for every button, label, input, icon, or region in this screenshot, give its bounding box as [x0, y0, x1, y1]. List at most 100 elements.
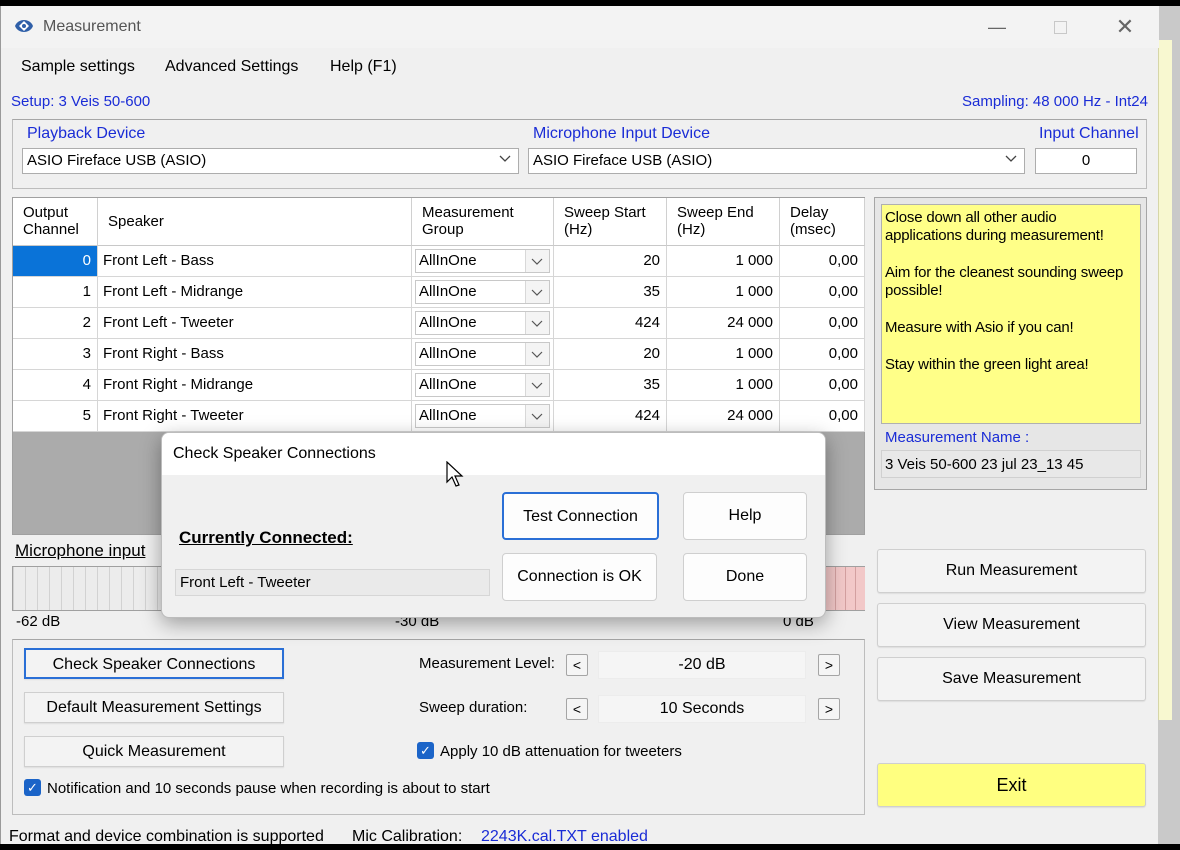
cell-group[interactable]: AllInOne	[412, 308, 554, 339]
menu-sample-settings[interactable]: Sample settings	[21, 58, 135, 76]
duration-increase-button[interactable]: >	[818, 698, 840, 720]
title-bar: Measurement — ✕	[1, 6, 1159, 48]
cell-delay[interactable]: 0,00	[780, 246, 865, 277]
input-channel-field[interactable]: 0	[1035, 148, 1137, 174]
col-header-delay[interactable]: Delay (msec)	[780, 198, 865, 246]
table-row[interactable]: 4 Front Right - Midrange AllInOne 35 1 000 0,…	[13, 370, 865, 401]
cell-sweep-start[interactable]: 20	[554, 339, 667, 370]
dialog-title: Check Speaker Connections	[173, 445, 376, 462]
cell-delay[interactable]: 0,00	[780, 277, 865, 308]
default-settings-button[interactable]: Default Measurement Settings	[24, 692, 284, 723]
group-value: AllInOne	[419, 252, 477, 269]
cell-sweep-start[interactable]: 35	[554, 370, 667, 401]
cell-group[interactable]: AllInOne	[412, 339, 554, 370]
maximize-icon[interactable]	[1038, 12, 1082, 42]
cell-speaker[interactable]: Front Left - Bass	[98, 246, 412, 277]
chevron-down-icon[interactable]	[525, 405, 549, 427]
col-header-sweep-start[interactable]: Sweep Start (Hz)	[554, 198, 667, 246]
cell-channel[interactable]: 4	[13, 370, 98, 401]
playback-device-select[interactable]: ASIO Fireface USB (ASIO)	[22, 148, 519, 174]
chevron-down-icon[interactable]	[525, 374, 549, 396]
cell-sweep-end[interactable]: 24 000	[667, 401, 780, 432]
group-combo[interactable]: AllInOne	[415, 373, 550, 397]
group-combo[interactable]: AllInOne	[415, 311, 550, 335]
cell-speaker[interactable]: Front Right - Bass	[98, 339, 412, 370]
group-combo[interactable]: AllInOne	[415, 249, 550, 273]
cell-speaker[interactable]: Front Right - Midrange	[98, 370, 412, 401]
cell-sweep-end[interactable]: 24 000	[667, 308, 780, 339]
notification-checkbox[interactable]: ✓	[24, 779, 41, 796]
table-row[interactable]: 1 Front Left - Midrange AllInOne 35 1 000 0,0…	[13, 277, 865, 308]
group-combo[interactable]: AllInOne	[415, 404, 550, 428]
cell-sweep-end[interactable]: 1 000	[667, 277, 780, 308]
measurement-name-value: 3 Veis 50-600 23 jul 23_13 45	[885, 456, 1084, 473]
tip-text: Measure with Asio if you can!	[885, 319, 1074, 336]
cell-channel[interactable]: 5	[13, 401, 98, 432]
currently-connected-value: Front Left - Tweeter	[180, 574, 311, 591]
save-measurement-button[interactable]: Save Measurement	[877, 657, 1146, 701]
table-row[interactable]: 3 Front Right - Bass AllInOne 20 1 000 0,00	[13, 339, 865, 370]
cell-group[interactable]: AllInOne	[412, 246, 554, 277]
cell-speaker[interactable]: Front Left - Midrange	[98, 277, 412, 308]
check-speaker-connections-button[interactable]: Check Speaker Connections	[24, 648, 284, 679]
cell-group[interactable]: AllInOne	[412, 401, 554, 432]
cell-sweep-start[interactable]: 424	[554, 401, 667, 432]
tip-text: Close down all other audio applications …	[885, 209, 1104, 244]
cell-channel[interactable]: 3	[13, 339, 98, 370]
cell-group[interactable]: AllInOne	[412, 370, 554, 401]
exit-button[interactable]: Exit	[877, 763, 1146, 807]
menu-help[interactable]: Help (F1)	[330, 58, 397, 76]
measurement-name-field[interactable]: 3 Veis 50-600 23 jul 23_13 45	[881, 450, 1141, 478]
chevron-down-icon[interactable]	[525, 312, 549, 334]
cell-sweep-end[interactable]: 1 000	[667, 246, 780, 277]
sampling-label: Sampling: 48 000 Hz - Int24	[962, 93, 1148, 110]
mic-calibration-value[interactable]: 2243K.cal.TXT enabled	[481, 828, 648, 846]
cell-sweep-end[interactable]: 1 000	[667, 339, 780, 370]
cell-speaker[interactable]: Front Left - Tweeter	[98, 308, 412, 339]
attenuation-checkbox[interactable]: ✓	[417, 742, 434, 759]
group-combo[interactable]: AllInOne	[415, 342, 550, 366]
chevron-down-icon[interactable]	[525, 250, 549, 272]
duration-decrease-button[interactable]: <	[566, 698, 588, 720]
cell-sweep-end[interactable]: 1 000	[667, 370, 780, 401]
table-row[interactable]: 2 Front Left - Tweeter AllInOne 424 24 000 0,…	[13, 308, 865, 339]
cell-sweep-start[interactable]: 35	[554, 277, 667, 308]
microphone-device-select[interactable]: ASIO Fireface USB (ASIO)	[528, 148, 1025, 174]
cell-channel[interactable]: 2	[13, 308, 98, 339]
table-row[interactable]: 5 Front Right - Tweeter AllInOne 424 24 000 0…	[13, 401, 865, 432]
cell-speaker[interactable]: Front Right - Tweeter	[98, 401, 412, 432]
level-increase-button[interactable]: >	[818, 654, 840, 676]
chevron-down-icon	[499, 155, 511, 162]
dialog-help-button[interactable]: Help	[683, 492, 807, 540]
group-combo[interactable]: AllInOne	[415, 280, 550, 304]
cell-delay[interactable]: 0,00	[780, 339, 865, 370]
cell-channel[interactable]: 0	[13, 246, 98, 277]
menu-advanced-settings[interactable]: Advanced Settings	[165, 58, 298, 76]
connection-ok-button[interactable]: Connection is OK	[502, 553, 657, 601]
test-connection-button[interactable]: Test Connection	[502, 492, 659, 540]
cell-delay[interactable]: 0,00	[780, 401, 865, 432]
minimize-icon[interactable]: —	[975, 12, 1019, 42]
col-header-speaker[interactable]: Speaker	[98, 198, 412, 246]
table-row[interactable]: 0 Front Left - Bass AllInOne 20 1 000 0,00	[13, 246, 865, 277]
col-header-channel[interactable]: Output Channel	[13, 198, 98, 246]
chevron-down-icon[interactable]	[525, 343, 549, 365]
tip-text: Stay within the green light area!	[885, 356, 1089, 373]
view-measurement-button[interactable]: View Measurement	[877, 603, 1146, 647]
done-button[interactable]: Done	[683, 553, 807, 601]
status-bar: Format and device combination is support…	[1, 828, 1159, 850]
cell-delay[interactable]: 0,00	[780, 370, 865, 401]
cell-delay[interactable]: 0,00	[780, 308, 865, 339]
quick-measurement-button[interactable]: Quick Measurement	[24, 736, 284, 767]
cell-channel[interactable]: 1	[13, 277, 98, 308]
cell-sweep-start[interactable]: 20	[554, 246, 667, 277]
status-text: Format and device combination is support…	[9, 828, 324, 845]
run-measurement-button[interactable]: Run Measurement	[877, 549, 1146, 593]
chevron-down-icon[interactable]	[525, 281, 549, 303]
close-icon[interactable]: ✕	[1103, 12, 1147, 42]
cell-sweep-start[interactable]: 424	[554, 308, 667, 339]
cell-group[interactable]: AllInOne	[412, 277, 554, 308]
level-decrease-button[interactable]: <	[566, 654, 588, 676]
col-header-sweep-end[interactable]: Sweep End (Hz)	[667, 198, 780, 246]
col-header-group[interactable]: Measurement Group	[412, 198, 554, 246]
